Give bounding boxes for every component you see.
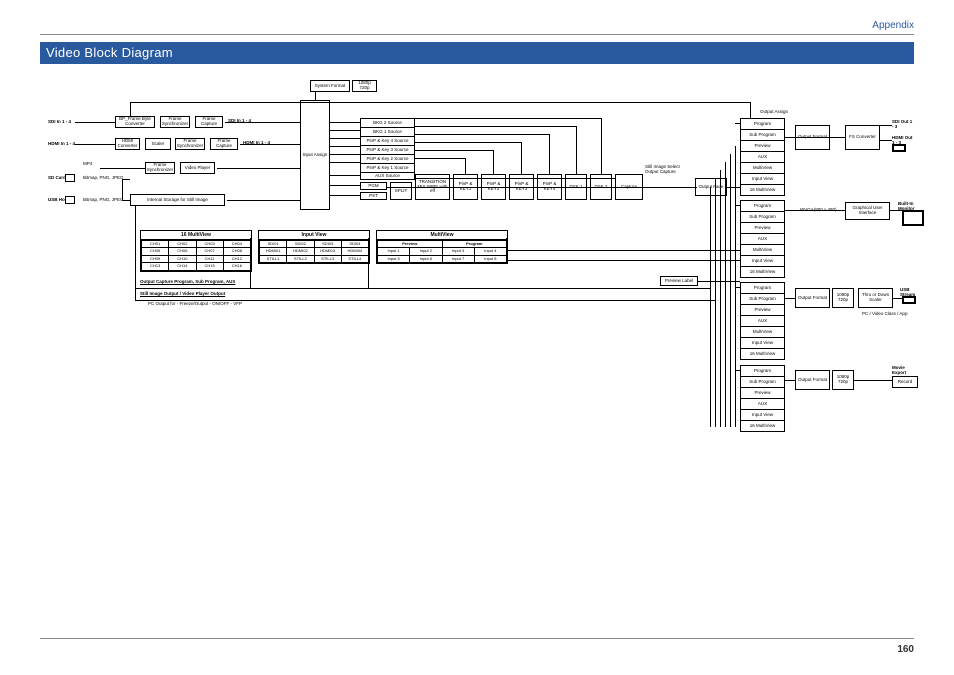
capture-note: Still Image Select Output Capture <box>645 165 690 175</box>
split-box: SPLIT <box>390 182 412 200</box>
sdi-out-label: SDI Out 1 - 3 <box>892 120 914 130</box>
frame-capture-1: Frame Capture <box>195 116 223 128</box>
sdi-in-label: SDI In 1 - 4 <box>48 120 71 125</box>
top-rule <box>40 34 914 35</box>
thru-scaler-box: Thru or Down Scaler <box>858 288 893 308</box>
video-player-box: Video Player <box>180 162 215 174</box>
output-bus-1: Program Sub Program Preview AUX MultiVie… <box>740 118 785 196</box>
hdmi-out-icon <box>892 144 906 152</box>
output-format-4: Output Format <box>795 370 830 390</box>
inputview-grid: Input View SDI01SDI02SDI03SDI04 HDMI01HD… <box>258 230 370 264</box>
aux-source-box: AUX Source <box>360 172 415 180</box>
hdmi-conv-box: HDMI Converter <box>115 138 140 150</box>
output-bus-4: Program Sub Program Preview AUX Input Vi… <box>740 365 785 432</box>
record-box: Record <box>892 376 918 388</box>
frame-sync-3: Frame Synchronizer <box>145 162 175 174</box>
gui-box: Graphical User Interface <box>845 202 890 220</box>
fs-converter-box: FS Converter <box>845 125 880 150</box>
sdcard-icon <box>65 174 75 182</box>
page-number: 160 <box>897 644 914 655</box>
usbhost-icon <box>65 196 75 204</box>
output-format-3: Output Format <box>795 288 830 308</box>
bottom-rule <box>40 638 914 639</box>
page-title: Video Block Diagram <box>40 42 914 64</box>
multiview16-grid: 16 MultiView CH01CH02CH03CH04 CH05CH06CH… <box>140 230 252 272</box>
movie-export-label: Movie Export <box>892 366 914 376</box>
frame-capture-2: Frame Capture <box>210 138 238 150</box>
sdcard-label: SD Card <box>48 176 66 181</box>
footer-capture-label: Output Capture Program, Sub Program, AUX <box>140 280 235 285</box>
multiview-pp-grid: MultiView PreviewProgram Input 1Input 2I… <box>376 230 508 264</box>
appendix-label: Appendix <box>872 20 914 31</box>
system-format-box: System Format <box>310 80 350 92</box>
usb-icon <box>902 296 916 304</box>
output-format-4v: 1080p 720p <box>832 370 854 390</box>
internal-storage-box: Internal Storage for Still Image <box>130 194 225 206</box>
mp4-label: MP4 <box>83 162 92 167</box>
footer-still-label: Still Image Output / Video Player Output <box>140 292 225 297</box>
bp-converter-box: BP_Frame Byte Converter <box>115 116 155 128</box>
pst-box: PST <box>360 192 387 200</box>
diagram-canvas: SDI In 1 - 4 HDMI In 1 - 4 SD Card Bitma… <box>40 70 914 625</box>
preview-label-box: Preview Label <box>660 276 698 286</box>
filetypes-label-2: Bitmap, PNG, JPEG <box>83 198 124 203</box>
filetypes-label: Bitmap, PNG, JPEG <box>83 176 124 181</box>
monitor-icon <box>902 210 924 226</box>
pc-note-label: PC / Video Class / App <box>862 312 907 317</box>
output-bus-2: Program Sub Program Preview AUX MultiVie… <box>740 200 785 278</box>
hdmi-in-label: HDMI In 1 - 4 <box>48 142 75 147</box>
source-stack: BKG 2 Source BKG 1 Source PinP & Key 4 S… <box>360 118 415 173</box>
pgm-box: PGM <box>360 182 387 190</box>
output-fade-box: Output Fade <box>695 178 727 196</box>
footer-pc-label: PC Output for - Freeze/Output - ON/OFF -… <box>148 302 242 307</box>
output-bus-3: Program Sub Program Preview AUX MultiVie… <box>740 282 785 360</box>
frame-sync-1: Frame Synchronizer <box>160 116 190 128</box>
output-format-3v: 1080p 720p <box>832 288 854 308</box>
frame-sync-2: Frame Synchronizer <box>175 138 205 150</box>
output-assign-label-1: Output Assign <box>760 110 788 115</box>
system-format-values: 1080p 720p <box>352 80 377 92</box>
input-assign-box: Input Assign <box>300 100 330 210</box>
scaler-box: Scaler <box>145 138 171 150</box>
